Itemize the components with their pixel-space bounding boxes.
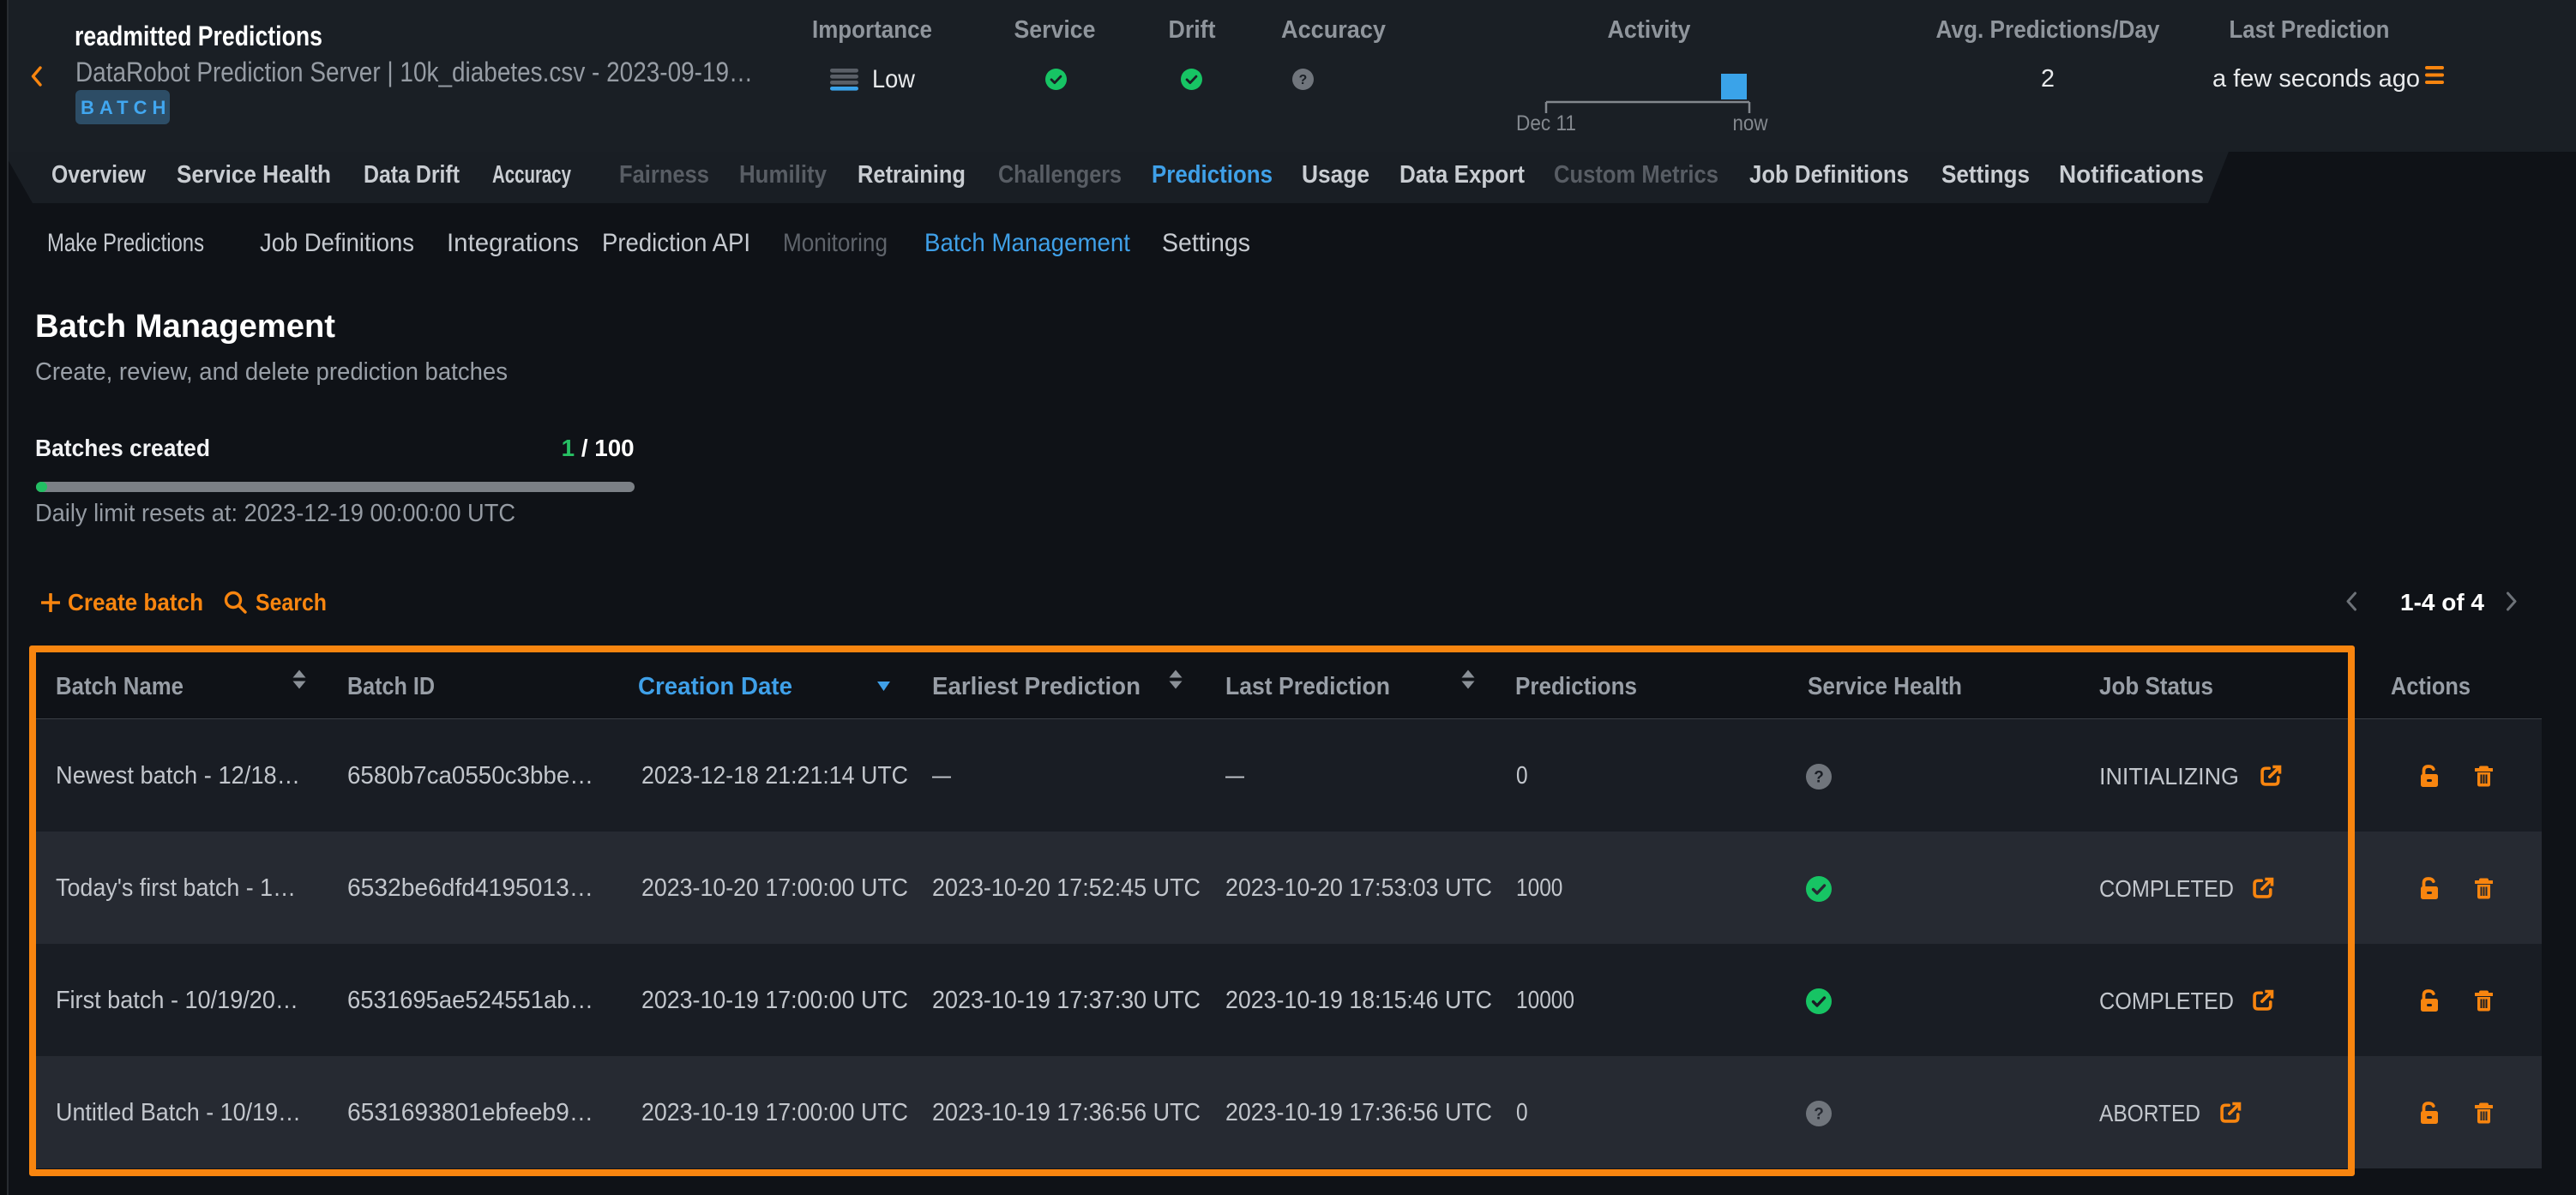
svg-text:?: ? <box>1299 73 1308 87</box>
